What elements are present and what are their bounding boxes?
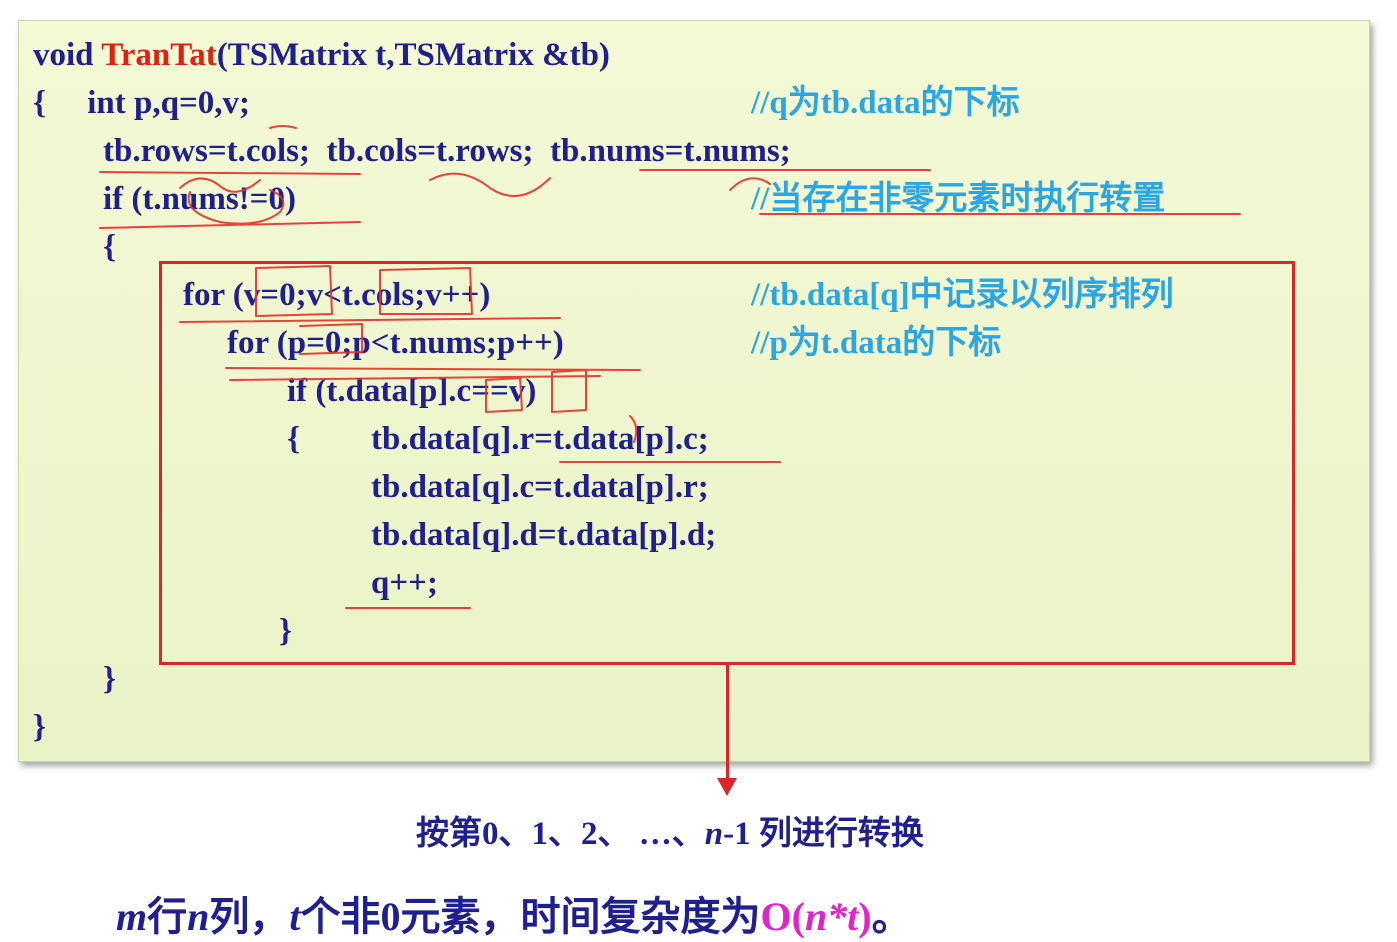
- handwritten-annotations: [99, 125, 1241, 609]
- column-order-note: 按第0、1、2、 …、n-1 列进行转换: [416, 806, 924, 854]
- complexity-text-nonzero: 个非0元素，时间复杂度为: [300, 894, 761, 939]
- annotation-underline-for-v: [179, 317, 561, 323]
- complexity-n: n: [187, 894, 210, 939]
- annotation-check-nums: [729, 177, 771, 191]
- column-note-part1: 按第0、1、2、 …、: [416, 816, 705, 852]
- arrow-connector: [726, 664, 729, 784]
- annotation-check-d: [629, 415, 638, 443]
- annotation-underline-if-c: [229, 375, 601, 381]
- complexity-note: m行n列，t个非0元素，时间复杂度为O(n*t)。: [116, 884, 912, 942]
- annotation-caret-rows: [179, 177, 261, 193]
- complexity-period: 。: [871, 894, 912, 939]
- complexity-o-close: ): [858, 894, 872, 939]
- complexity-o-open: O(: [760, 894, 805, 939]
- annotation-underline-v: [269, 125, 297, 129]
- annotation-box-tcols: [379, 267, 473, 315]
- annotation-box-v0: [255, 265, 333, 317]
- arrow-down-icon: [717, 778, 737, 796]
- complexity-t: t: [289, 894, 301, 939]
- annotation-box-p0: [299, 323, 363, 355]
- complexity-m: m: [116, 894, 148, 939]
- annotation-underline-assign: [99, 171, 361, 175]
- complexity-text-cols: 列，: [209, 894, 290, 939]
- column-note-part2: -1 列进行转换: [723, 816, 924, 852]
- complexity-text-rows: 行: [147, 894, 188, 939]
- annotation-box-c: [485, 377, 523, 413]
- annotation-circle-nums: [187, 189, 285, 225]
- annotation-caret-cols: [429, 172, 551, 197]
- complexity-o-expr: n*t: [804, 894, 859, 939]
- column-note-n: n: [704, 816, 724, 852]
